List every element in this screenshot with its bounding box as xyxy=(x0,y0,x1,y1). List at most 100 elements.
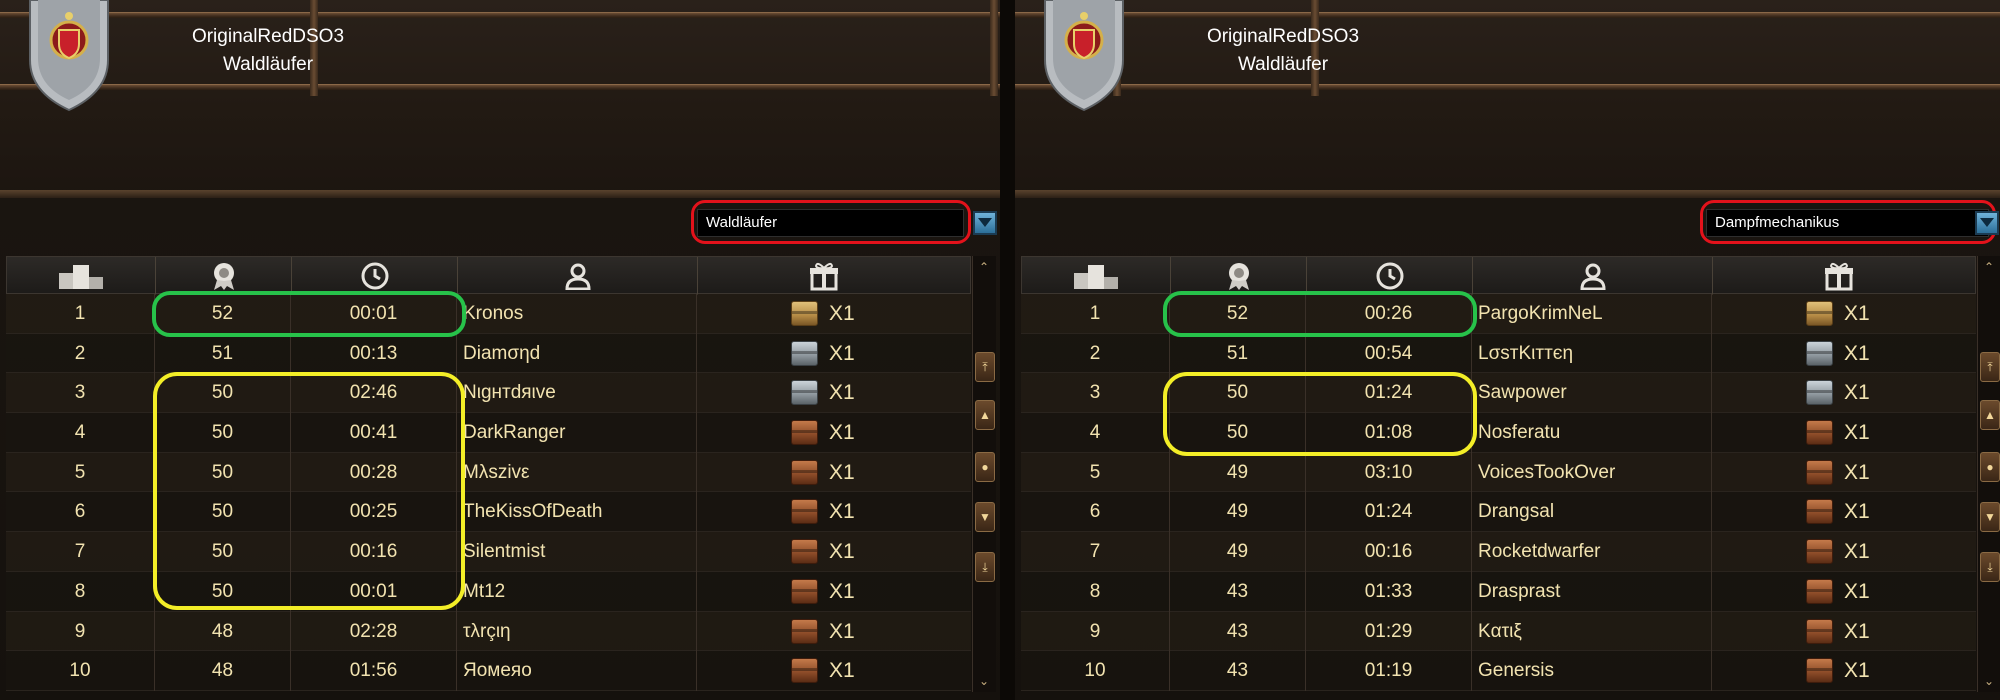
reward-cell: X1 xyxy=(1712,612,1964,652)
time-cell: 02:28 xyxy=(291,611,457,652)
scroll-bottom-button[interactable]: ⤓ xyxy=(1980,552,2000,582)
rank-cell: 6 xyxy=(1021,492,1170,533)
scroll-to-me-button[interactable]: ● xyxy=(1980,452,2000,482)
rank-cell: 2 xyxy=(6,333,155,374)
table-header xyxy=(6,256,971,295)
reward-cell: X1 xyxy=(1712,651,1964,691)
chest-icon xyxy=(1806,380,1833,406)
guild-shield-icon xyxy=(1044,0,1124,112)
reward-cell: X1 xyxy=(697,572,949,612)
points-cell: 43 xyxy=(1170,651,1306,691)
player-cell: PargoKrimNeL xyxy=(1472,294,1712,334)
scroll-bottom-cap-icon: ⌄ xyxy=(979,674,990,688)
leaderboard-panel-left: OriginalRedDSO3 Waldläufer Waldläufer 15… xyxy=(0,0,1000,700)
chest-icon xyxy=(1806,459,1833,485)
chest-icon xyxy=(791,459,818,485)
reward-multiplier: X1 xyxy=(829,460,855,484)
points-cell: 51 xyxy=(155,333,291,374)
highlight-outline-yellow xyxy=(153,372,465,610)
table-row[interactable]: 6 50 00:25 TheKissOfDeath X1 xyxy=(6,492,971,533)
table-row[interactable]: 8 43 01:33 Drasprast X1 xyxy=(1021,571,1976,612)
reward-cell: X1 xyxy=(1712,294,1964,334)
scroll-bottom-button[interactable]: ⤓ xyxy=(975,552,995,582)
time-cell: 01:33 xyxy=(1306,571,1472,612)
chest-icon xyxy=(1806,539,1833,565)
chevron-down-icon[interactable] xyxy=(973,211,997,235)
scrollbar[interactable]: ⌃ ⤒ ▲ ● ▼ ⤓ ⌄ xyxy=(972,256,996,692)
reward-multiplier: X1 xyxy=(829,500,855,524)
scroll-up-button[interactable]: ▲ xyxy=(1980,400,2000,430)
chest-icon xyxy=(791,499,818,525)
rank-cell: 3 xyxy=(6,373,155,414)
table-row[interactable]: 5 50 00:28 Mλszivε X1 xyxy=(6,452,971,493)
table-row[interactable]: 9 43 01:29 Kατιξ X1 xyxy=(1021,611,1976,652)
reward-cell: X1 xyxy=(697,334,949,374)
rank-cell: 4 xyxy=(1021,413,1170,453)
player-class: Waldläufer xyxy=(1237,54,1329,75)
player-cell: Mt12 xyxy=(457,571,697,612)
time-cell: 01:19 xyxy=(1306,651,1472,691)
table-row[interactable]: 8 50 00:01 Mt12 X1 xyxy=(6,571,971,612)
scroll-top-button[interactable]: ⤒ xyxy=(975,352,995,382)
scrollbar[interactable]: ⌃ ⤒ ▲ ● ▼ ⤓ ⌄ xyxy=(1977,256,2000,692)
reward-cell: X1 xyxy=(697,453,949,493)
reward-multiplier: X1 xyxy=(1844,460,1870,484)
table-row[interactable]: 7 50 00:16 Silentmist X1 xyxy=(6,532,971,572)
chest-icon xyxy=(791,539,818,565)
time-cell: 03:10 xyxy=(1306,452,1472,493)
table-row[interactable]: 10 43 01:19 Genersis X1 xyxy=(1021,651,1976,691)
player-cell: Diamσηd xyxy=(457,333,697,374)
class-select-dropdown[interactable]: Waldläufer xyxy=(697,209,964,237)
time-cell: 00:13 xyxy=(291,333,457,374)
class-select-dropdown[interactable]: Dampfmechanikus xyxy=(1706,209,1989,237)
reward-multiplier: X1 xyxy=(829,421,855,445)
scroll-top-button[interactable]: ⤒ xyxy=(1980,352,2000,382)
points-cell: 51 xyxy=(1170,333,1306,374)
reward-cell: X1 xyxy=(1712,334,1964,374)
reward-cell: X1 xyxy=(1712,492,1964,532)
player-cell: Genersis xyxy=(1472,651,1712,691)
table-row[interactable]: 2 51 00:13 Diamσηd X1 xyxy=(6,333,971,374)
chevron-down-icon[interactable] xyxy=(1975,211,1999,235)
reward-multiplier: X1 xyxy=(1844,302,1870,325)
rank-cell: 2 xyxy=(1021,333,1170,374)
table-row[interactable]: 7 49 00:16 Rocketdwarfer X1 xyxy=(1021,532,1976,572)
table-row[interactable]: 6 49 01:24 Drangsal X1 xyxy=(1021,492,1976,533)
table-row[interactable]: 9 48 02:28 τλrçιη X1 xyxy=(6,611,971,652)
chest-icon xyxy=(791,340,818,366)
rank-cell: 6 xyxy=(6,492,155,533)
reward-multiplier: X1 xyxy=(829,659,855,683)
table-row[interactable]: 5 49 03:10 VoicesTookOver X1 xyxy=(1021,452,1976,493)
player-cell: Яомеяо xyxy=(457,651,697,691)
chest-icon xyxy=(791,658,818,684)
leaderboard-table: 1 52 00:01 Kronos X1 2 51 00:13 Diamσηd X1 3 50 02… xyxy=(6,256,971,691)
scroll-bottom-cap-icon: ⌄ xyxy=(1984,674,1995,688)
rank-cell: 8 xyxy=(6,571,155,612)
reward-cell: X1 xyxy=(697,373,949,413)
scroll-down-button[interactable]: ▼ xyxy=(1980,502,2000,532)
rank-cell: 10 xyxy=(1021,651,1170,691)
reward-multiplier: X1 xyxy=(1844,619,1870,643)
chest-icon xyxy=(1806,658,1833,684)
rank-cell: 1 xyxy=(6,294,155,334)
chest-icon xyxy=(791,578,818,604)
guild-shield-icon xyxy=(29,0,109,112)
reward-multiplier: X1 xyxy=(1844,421,1870,445)
time-cell: 01:24 xyxy=(1306,492,1472,533)
table-row[interactable]: 2 51 00:54 LσѕтKιттєη X1 xyxy=(1021,333,1976,374)
points-cell: 49 xyxy=(1170,452,1306,493)
table-row[interactable]: 1 52 00:01 Kronos X1 xyxy=(6,294,971,334)
scroll-to-me-button[interactable]: ● xyxy=(975,452,995,482)
table-row[interactable]: 10 48 01:56 Яомеяо X1 xyxy=(6,651,971,691)
scroll-up-button[interactable]: ▲ xyxy=(975,400,995,430)
podium-icon xyxy=(1022,257,1171,295)
table-row[interactable]: 4 50 00:41 DarkRanger X1 xyxy=(6,413,971,453)
reward-multiplier: X1 xyxy=(829,579,855,603)
reward-multiplier: X1 xyxy=(1844,500,1870,524)
chest-icon xyxy=(791,301,818,326)
table-row[interactable]: 3 50 02:46 Nιgнтdяιve X1 xyxy=(6,373,971,414)
scroll-down-button[interactable]: ▼ xyxy=(975,502,995,532)
player-cell: Kronos xyxy=(457,294,697,334)
player-class: Waldläufer xyxy=(222,54,314,75)
leaderboard-panel-right: OriginalRedDSO3 Waldläufer Dampfmechanik… xyxy=(1015,0,2000,700)
